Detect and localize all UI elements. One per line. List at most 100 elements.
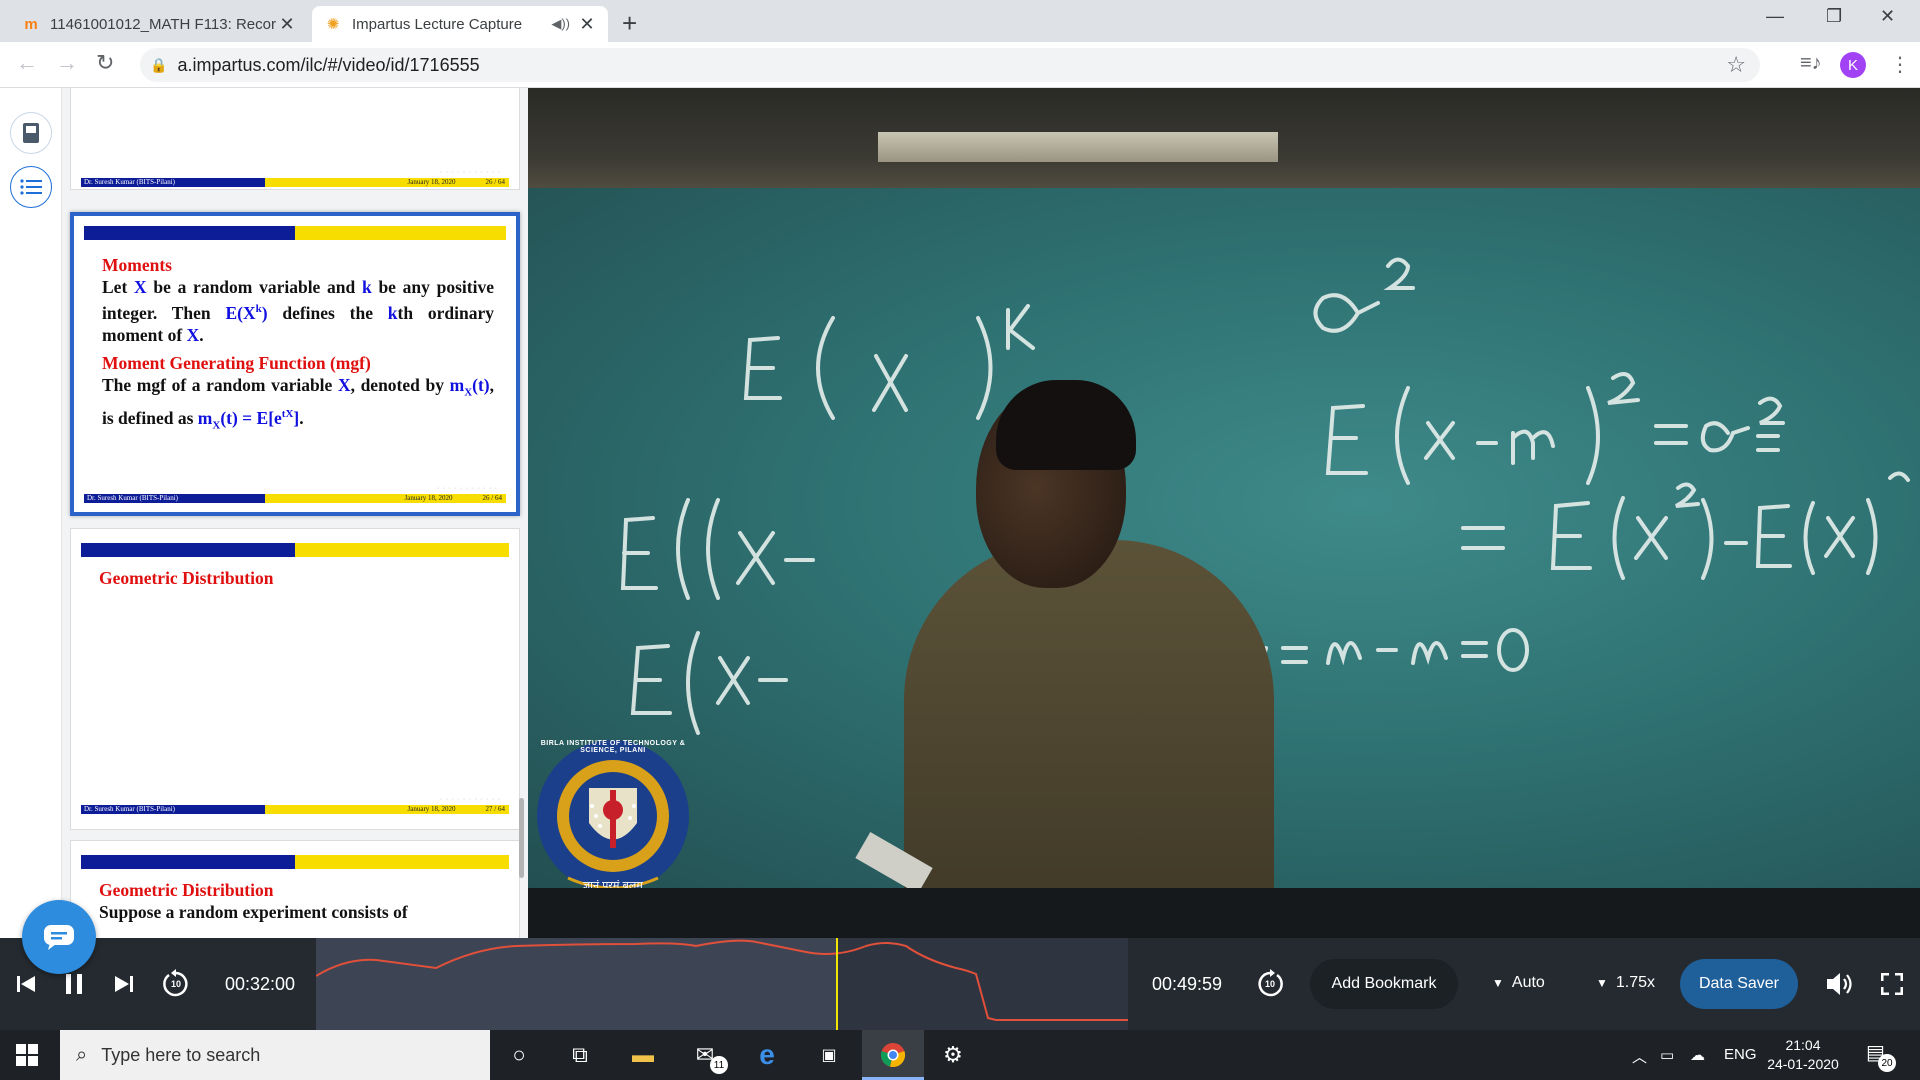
reload-icon[interactable]: ↻ xyxy=(96,50,114,76)
video-bottom-band xyxy=(528,888,1920,938)
browser-tabstrip: m 11461001012_MATH F113: Recor ✕ ✺ Impar… xyxy=(0,0,1920,42)
quality-dropdown[interactable]: ▼ Auto xyxy=(1492,974,1545,992)
rewind-seconds: 10 xyxy=(170,979,181,989)
slide-paragraph: Let X be a random variable and k be any … xyxy=(102,277,494,345)
battery-icon[interactable]: ▭ xyxy=(1660,1046,1674,1064)
forward-10-icon[interactable]: 10 xyxy=(1252,966,1288,1002)
slide-nav-dots: ◦ ◦ ◦ ◦ ◦ ◦ ◦ ◦ ◦ ◦ ◦ xyxy=(439,170,501,176)
media-control-icon[interactable]: ≡♪ xyxy=(1800,52,1822,75)
app-icon[interactable]: ▣ xyxy=(812,1040,846,1070)
notifications-icon[interactable]: ▤ 20 xyxy=(1866,1040,1896,1072)
menu-icon[interactable]: ⋮ xyxy=(1890,52,1910,77)
slide-footer: Dr. Suresh Kumar (BITS-Pilani) January 1… xyxy=(81,178,509,187)
profile-avatar[interactable]: K xyxy=(1840,52,1866,78)
slide-header-bar xyxy=(84,226,506,240)
slide-thumbnail-active[interactable]: Moments Let X be a random variable and k… xyxy=(70,212,520,516)
slide-heading: Geometric Distribution xyxy=(99,880,274,900)
slide-heading: Geometric Distribution xyxy=(99,568,274,588)
slide-header-bar xyxy=(81,543,509,557)
slide-footer-date: January 18, 2020 xyxy=(407,805,456,813)
search-placeholder: Type here to search xyxy=(101,1044,261,1065)
forward-icon[interactable]: → xyxy=(56,50,78,76)
file-explorer-icon[interactable]: ▬ xyxy=(626,1040,660,1070)
slide-footer: Dr. Suresh Kumar (BITS-Pilani) January 1… xyxy=(81,805,509,814)
player-controls: 10 00:32:00 00:49:59 10 Add Bookmark ▼ Au… xyxy=(0,938,1920,1030)
network-icon[interactable]: ☁ xyxy=(1690,1046,1705,1064)
slides-scrollbar[interactable] xyxy=(519,798,524,878)
slide-header-bar xyxy=(81,855,509,869)
impartus-icon: ✺ xyxy=(326,16,340,33)
timeline-playhead[interactable] xyxy=(836,938,838,1030)
slide-nav-dots: ◦ ◦ ◦ ◦ ◦ ◦ ◦ ◦ ◦ ◦ ◦ xyxy=(439,797,501,803)
slide-thumbnail[interactable]: ◦ ◦ ◦ ◦ ◦ ◦ ◦ ◦ ◦ ◦ ◦ Dr. Suresh Kumar (… xyxy=(70,88,520,190)
windows-start-icon[interactable] xyxy=(16,1044,38,1071)
notifications-badge: 20 xyxy=(1878,1054,1896,1072)
task-view-icon[interactable]: ⧉ xyxy=(563,1040,597,1070)
lock-icon: 🔒 xyxy=(150,56,168,73)
pause-icon[interactable] xyxy=(60,970,88,998)
slide-footer-page: 26 / 64 xyxy=(485,178,505,186)
new-tab-button[interactable]: + xyxy=(622,8,637,39)
clock[interactable]: 21:04 24-01-2020 xyxy=(1764,1036,1842,1074)
tab-title: Impartus Lecture Capture xyxy=(352,15,523,33)
close-tab-icon[interactable]: ✕ xyxy=(278,14,296,35)
lecturer-body xyxy=(904,540,1274,938)
slide-footer-author: Dr. Suresh Kumar (BITS-Pilani) xyxy=(84,494,266,503)
current-time: 00:32:00 xyxy=(225,974,296,994)
rewind-10-icon[interactable]: 10 xyxy=(158,966,194,1002)
next-icon[interactable] xyxy=(110,970,138,998)
slide-thumbnail[interactable]: Geometric Distribution Suppose a random … xyxy=(70,840,520,938)
settings-icon[interactable]: ⚙ xyxy=(936,1040,970,1070)
tab-moodle[interactable]: m 11461001012_MATH F113: Recor ✕ xyxy=(10,6,308,42)
slide-footer-page: 26 / 64 xyxy=(482,494,502,502)
caret-down-icon: ▼ xyxy=(1492,976,1504,990)
total-time: 00:49:59 xyxy=(1152,974,1223,994)
close-tab-icon[interactable]: ✕ xyxy=(578,14,596,35)
url-text: a.impartus.com/ilc/#/video/id/1716555 xyxy=(177,54,480,75)
slide-content: Moments Let X be a random variable and k… xyxy=(102,254,494,437)
audio-playing-icon[interactable]: ◀)) xyxy=(551,16,570,32)
forward-seconds: 10 xyxy=(1264,979,1275,989)
notes-icon[interactable] xyxy=(10,112,52,154)
slide-footer-author: Dr. Suresh Kumar (BITS-Pilani) xyxy=(81,178,266,187)
mail-icon[interactable]: ✉ 11 xyxy=(688,1040,728,1074)
slide-list-icon[interactable] xyxy=(10,166,52,208)
speed-dropdown[interactable]: ▼ 1.75x xyxy=(1596,974,1655,992)
browser-toolbar: ← → ↻ 🔒 a.impartus.com/ilc/#/video/id/17… xyxy=(0,42,1920,88)
chrome-icon[interactable] xyxy=(876,1040,910,1070)
speed-value: 1.75x xyxy=(1615,974,1656,991)
bits-pilani-logo: BIRLA INSTITUTE OF TECHNOLOGY & SCIENCE,… xyxy=(534,738,692,898)
tray-chevron-icon[interactable]: ︿ xyxy=(1632,1046,1647,1067)
cortana-icon[interactable]: ○ xyxy=(502,1040,536,1070)
address-bar[interactable]: 🔒 a.impartus.com/ilc/#/video/id/1716555 … xyxy=(140,48,1760,82)
restore-icon[interactable]: ❐ xyxy=(1826,6,1842,27)
minimize-icon[interactable]: — xyxy=(1766,6,1784,27)
ceiling-light xyxy=(878,132,1278,162)
slide-content: Geometric Distribution xyxy=(99,567,497,589)
chat-button[interactable] xyxy=(22,900,96,974)
search-icon: ⌕ xyxy=(76,1043,88,1066)
data-saver-button[interactable]: Data Saver xyxy=(1680,959,1798,1009)
back-icon[interactable]: ← xyxy=(16,50,38,76)
slide-heading: Moments xyxy=(102,255,172,275)
clock-time: 21:04 xyxy=(1785,1037,1821,1053)
mail-badge: 11 xyxy=(710,1056,728,1074)
volume-icon[interactable] xyxy=(1824,970,1856,998)
close-window-icon[interactable]: ✕ xyxy=(1880,6,1895,27)
bookmark-star-icon[interactable]: ☆ xyxy=(1726,52,1746,78)
language-indicator[interactable]: ENG xyxy=(1724,1046,1757,1063)
video-player[interactable]: BIRLA INSTITUTE OF TECHNOLOGY & SCIENCE,… xyxy=(528,88,1920,938)
slide-heading: Moment Generating Function (mgf) xyxy=(102,352,371,373)
quality-value: Auto xyxy=(1511,974,1545,991)
timeline-scrubber[interactable] xyxy=(316,938,1128,1030)
fullscreen-icon[interactable] xyxy=(1878,970,1906,998)
taskbar-search-box[interactable]: ⌕ Type here to search xyxy=(60,1030,490,1080)
tab-title: 11461001012_MATH F113: Recor xyxy=(50,15,276,33)
tab-impartus[interactable]: ✺ Impartus Lecture Capture ◀)) ✕ xyxy=(312,6,608,42)
add-bookmark-button[interactable]: Add Bookmark xyxy=(1310,959,1458,1009)
edge-icon[interactable]: e xyxy=(750,1039,784,1070)
slide-footer-date: January 18, 2020 xyxy=(404,494,453,502)
previous-icon[interactable] xyxy=(12,970,40,998)
slide-footer-page: 27 / 64 xyxy=(485,805,505,813)
slide-thumbnail[interactable]: Geometric Distribution ◦ ◦ ◦ ◦ ◦ ◦ ◦ ◦ ◦… xyxy=(70,528,520,830)
